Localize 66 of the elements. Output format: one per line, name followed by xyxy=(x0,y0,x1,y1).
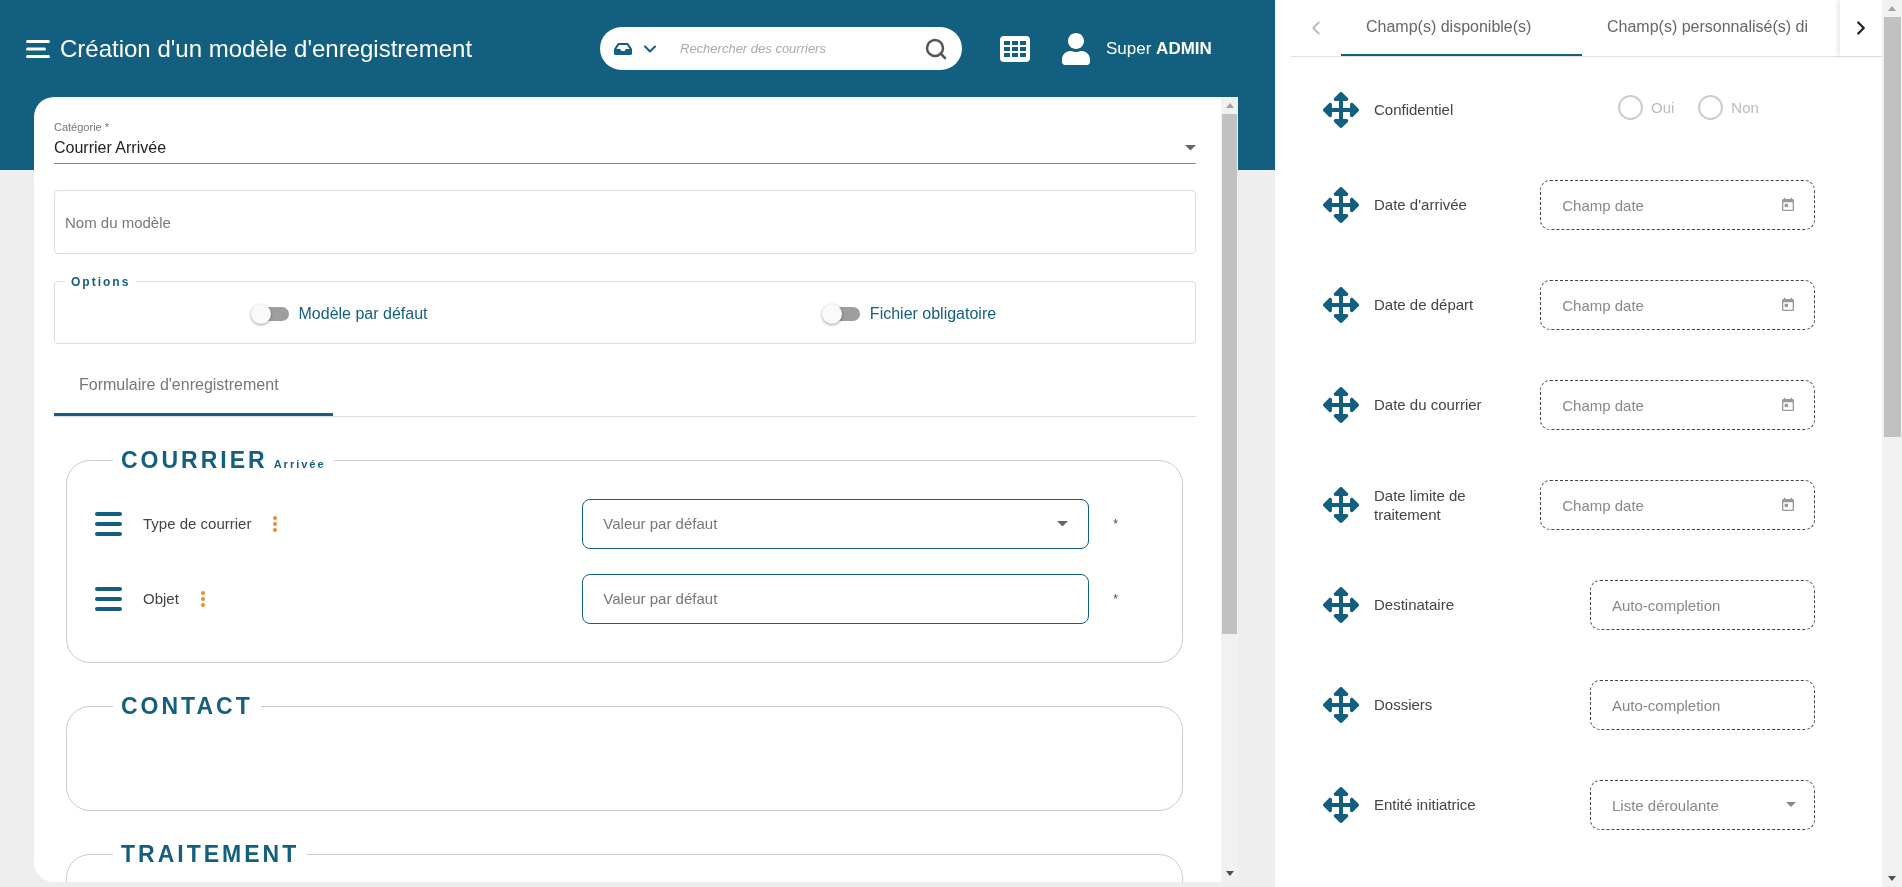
move-icon[interactable] xyxy=(1323,687,1359,723)
field-label: Date limite de traitement xyxy=(1374,485,1467,525)
field-label: Type de courrier xyxy=(143,515,252,532)
date-field[interactable]: Champ date xyxy=(1540,180,1815,230)
form-tab[interactable]: Formulaire d'enregistrement xyxy=(54,356,333,416)
toggle-label: Fichier obligatoire xyxy=(869,304,997,323)
date-field[interactable]: Champ date xyxy=(1540,480,1815,530)
section-title: CONTACT xyxy=(121,693,253,719)
options-title: Options xyxy=(71,275,131,289)
autocomplete-field[interactable]: Auto-completion xyxy=(1590,580,1815,630)
search-icon[interactable] xyxy=(924,36,948,61)
dropdown-arrow-icon xyxy=(1185,145,1196,151)
move-icon[interactable] xyxy=(1323,92,1359,128)
move-icon[interactable] xyxy=(1323,487,1359,523)
more-options-icon[interactable] xyxy=(273,515,278,532)
category-dropdown[interactable]: Courrier Arrivée xyxy=(54,133,1196,164)
field-label: Objet xyxy=(143,590,179,607)
section-subtitle: Arrivée xyxy=(273,458,326,470)
drag-handle-icon[interactable] xyxy=(95,511,122,536)
page-title: Création d'un modèle d'enregistrement xyxy=(60,34,474,63)
move-icon[interactable] xyxy=(1323,187,1359,223)
dropdown-field[interactable]: Liste déroulante xyxy=(1590,780,1815,830)
move-icon[interactable] xyxy=(1323,587,1359,623)
move-icon[interactable] xyxy=(1323,287,1359,323)
panel-tab[interactable]: Champ(s) personnalisé(s) di xyxy=(1582,0,1840,56)
section-title: COURRIER xyxy=(121,447,268,473)
search-bar[interactable]: Rechercher des courriers xyxy=(600,27,962,70)
calendar-icon xyxy=(1780,497,1796,513)
field-label: Entité initiatrice xyxy=(1374,795,1477,815)
user-icon[interactable] xyxy=(1060,32,1092,65)
field-label: Date du courrier xyxy=(1374,395,1483,415)
move-icon[interactable] xyxy=(1323,387,1359,423)
calendar-icon xyxy=(1780,297,1796,313)
field-label: Dossiers xyxy=(1374,695,1434,715)
calendar-icon xyxy=(1780,197,1796,213)
default-value-field[interactable]: Valeur par défaut xyxy=(582,573,1090,624)
field-label: Destinataire xyxy=(1374,595,1456,615)
menu-icon[interactable] xyxy=(26,38,50,59)
radio-button[interactable] xyxy=(1698,94,1724,120)
calendar-icon xyxy=(1780,397,1796,413)
drag-handle-icon[interactable] xyxy=(95,586,122,611)
autocomplete-field[interactable]: Auto-completion xyxy=(1590,680,1815,730)
scrollbar[interactable] xyxy=(1221,97,1238,882)
move-icon[interactable] xyxy=(1323,787,1359,823)
date-field[interactable]: Champ date xyxy=(1540,380,1815,430)
scrollbar[interactable] xyxy=(1882,0,1902,887)
field-label: Date d'arrivée xyxy=(1374,195,1468,215)
date-field[interactable]: Champ date xyxy=(1540,280,1815,330)
model-name-field[interactable]: Nom du modèle xyxy=(54,190,1196,254)
required-mark: * xyxy=(1113,516,1118,531)
radio-label: Oui xyxy=(1651,98,1675,116)
panel-tab[interactable]: Champ(s) disponible(s) xyxy=(1341,0,1582,56)
required-mark: * xyxy=(1113,591,1118,606)
dropdown-arrow-icon xyxy=(1785,802,1796,808)
dropdown-arrow-icon xyxy=(1057,520,1069,527)
grid-icon[interactable] xyxy=(1000,35,1030,62)
field-label: Catégorie * xyxy=(54,121,111,133)
more-options-icon[interactable] xyxy=(200,590,205,607)
radio-label: Non xyxy=(1731,98,1759,116)
toggle-label: Modèle par défaut xyxy=(298,304,428,323)
user-name[interactable]: Super ADMIN xyxy=(1106,38,1212,59)
field-label: Confidentiel xyxy=(1374,100,1455,120)
section-title: TRAITEMENT xyxy=(121,841,300,867)
radio-button[interactable] xyxy=(1618,94,1643,120)
field-label: Date de départ xyxy=(1374,295,1475,315)
default-value-dropdown[interactable]: Valeur par défaut xyxy=(582,498,1090,549)
